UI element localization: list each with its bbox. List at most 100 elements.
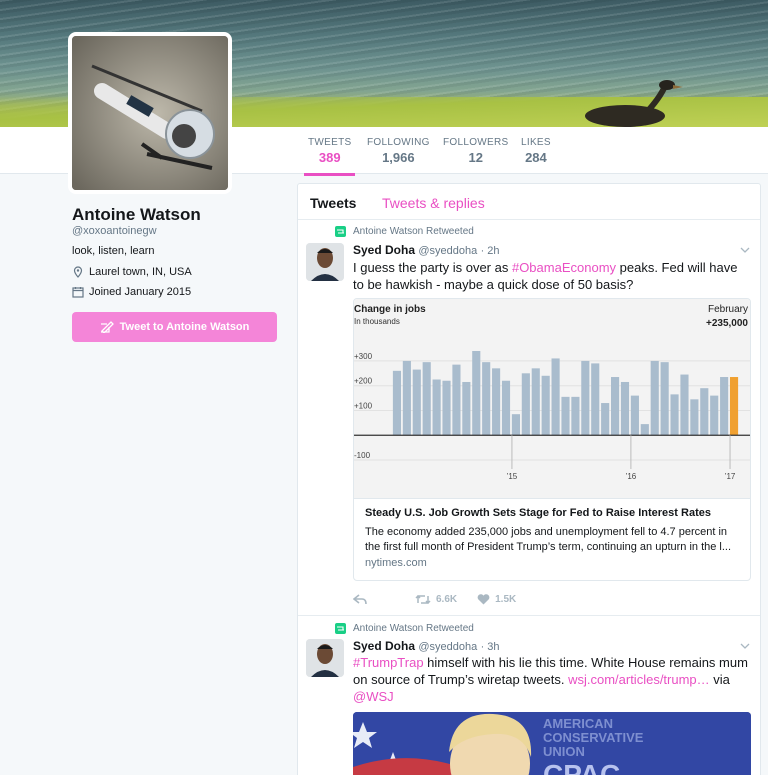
stat-following-label: FOLLOWING (367, 137, 430, 148)
tweet-author-name[interactable]: Syed Doha (353, 243, 415, 257)
chart-y-tick-label: +100 (354, 401, 373, 410)
stat-tweets-value: 389 (318, 150, 341, 165)
jobs-chart-svg: Change in jobs In thousands February +235,0… (354, 304, 750, 481)
tweet-author-avatar[interactable] (306, 243, 344, 281)
tweet-item[interactable]: Antoine Watson Retweeted Syed Doha @syed… (298, 221, 760, 616)
tweet-author-handle[interactable]: @syeddoha (418, 245, 477, 257)
chart-bar (660, 362, 669, 436)
photo-text-1: AMERICAN (543, 716, 613, 731)
timeline: Tweets Tweets & replies Antoine Watson R… (297, 183, 761, 775)
chart-bar (561, 396, 570, 436)
chart-bar (640, 424, 649, 436)
chart-x-tick-label: ’17 (725, 472, 736, 481)
article-link[interactable]: wsj.com/articles/trump… (568, 672, 710, 687)
retweet-context-text[interactable]: Antoine Watson Retweeted (353, 226, 474, 237)
chart-annotation-label: February (708, 304, 748, 315)
stat-tweets-label: TWEETS (308, 137, 352, 148)
chart-bar (531, 368, 540, 436)
chart-y-tick-label: +300 (354, 352, 373, 361)
chart-bar (402, 360, 411, 436)
tweet-header: Syed Doha @syeddoha · 2h (353, 243, 500, 257)
chart-bar (690, 399, 699, 436)
hashtag-link[interactable]: #ObamaEconomy (512, 260, 616, 275)
link-card[interactable]: Change in jobs In thousands February +235,0… (353, 298, 751, 581)
tab-tweets[interactable]: Tweets (310, 195, 356, 211)
calendar-icon (72, 287, 84, 298)
retweet-badge-icon (335, 226, 346, 237)
tweet-photo[interactable]: AMERICAN CONSERVATIVE UNION CPAC (353, 712, 751, 775)
tweet-text: #TrumpTrap himself with his lie this tim… (353, 654, 748, 705)
card-source: nytimes.com (365, 557, 427, 569)
retweet-badge-icon (335, 623, 346, 634)
stat-likes[interactable]: LIKES 284 (521, 137, 551, 165)
chart-bar (710, 395, 719, 436)
cpac-photo-image: AMERICAN CONSERVATIVE UNION CPAC (353, 712, 751, 775)
chart-bar (541, 375, 550, 436)
jobs-chart: Change in jobs In thousands February +235,0… (354, 299, 750, 499)
chart-bar (700, 388, 709, 436)
chart-bar (551, 358, 560, 436)
chart-bar (472, 351, 481, 436)
like-count: 1.5K (495, 594, 517, 605)
hashtag-link[interactable]: #TrumpTrap (353, 655, 424, 670)
tweet-author-handle[interactable]: @syeddoha (418, 641, 477, 653)
mention-link[interactable]: @WSJ (353, 689, 394, 704)
reply-button[interactable] (353, 594, 367, 605)
chart-bar (670, 394, 679, 436)
goose-image (585, 80, 683, 127)
stat-following[interactable]: FOLLOWING 1,966 (367, 137, 430, 165)
like-button[interactable]: 1.5K (477, 594, 516, 605)
chart-subtitle: In thousands (354, 317, 400, 326)
chart-bar (650, 360, 659, 436)
tab-tweets-replies[interactable]: Tweets & replies (382, 195, 485, 211)
tweet-author-avatar[interactable] (306, 639, 344, 677)
retweet-context-text[interactable]: Antoine Watson Retweeted (353, 623, 474, 634)
stat-tweets[interactable]: TWEETS 389 (303, 137, 356, 176)
reply-icon (353, 594, 367, 605)
profile-bio: look, listen, learn (72, 245, 155, 257)
card-title: Steady U.S. Job Growth Sets Stage for Fe… (365, 507, 711, 519)
tweet-actions: 6.6K 1.5K (353, 594, 516, 605)
stat-likes-label: LIKES (521, 137, 551, 148)
tweet-to-button[interactable]: Tweet to Antoine Watson (72, 312, 277, 342)
tweet-text-part: I guess the party is over as (353, 260, 512, 275)
chart-title: Change in jobs (354, 304, 426, 315)
profile-handle[interactable]: @xoxoantoinegw (72, 225, 157, 237)
tweet-author-name[interactable]: Syed Doha (353, 639, 415, 653)
profile-avatar[interactable] (68, 32, 232, 194)
tweet-time[interactable]: · 3h (481, 641, 500, 653)
chart-bar (571, 396, 580, 436)
chart-bar (432, 379, 441, 436)
tweet-text-part: via (709, 672, 730, 687)
retweet-button[interactable]: 6.6K (415, 594, 457, 605)
chart-bar (462, 381, 471, 436)
retweet-context: Antoine Watson Retweeted (335, 623, 474, 634)
chart-bar (422, 362, 431, 436)
chevron-down-icon[interactable] (740, 245, 750, 255)
chart-bar (729, 377, 739, 436)
stat-likes-value: 284 (525, 150, 547, 165)
chart-bar (452, 364, 461, 436)
chart-bar (442, 380, 451, 436)
chart-bar (521, 373, 530, 436)
chart-bar (492, 368, 501, 436)
location-pin-icon (73, 266, 83, 278)
profile-joined-text: Joined January 2015 (89, 286, 192, 298)
card-description: The economy added 235,000 jobs and unemp… (365, 526, 732, 553)
stat-followers[interactable]: FOLLOWERS 12 (443, 137, 509, 165)
chart-bar (611, 377, 620, 436)
chart-bar (720, 377, 729, 436)
chart-bar (501, 380, 511, 436)
chart-bar (591, 363, 600, 436)
compose-icon (100, 321, 114, 333)
chart-bar (482, 362, 491, 436)
tweet-time[interactable]: · 2h (481, 245, 500, 257)
timeline-tabs: Tweets Tweets & replies (298, 184, 760, 220)
stat-followers-value: 12 (468, 150, 483, 165)
chart-bar (601, 403, 610, 436)
tweet-to-label: Tweet to Antoine Watson (119, 321, 250, 333)
chevron-down-icon[interactable] (740, 641, 750, 651)
tweet-item[interactable]: Antoine Watson Retweeted Syed Doha @syed… (298, 617, 760, 775)
retweet-context: Antoine Watson Retweeted (335, 226, 474, 237)
chart-bar (581, 360, 590, 436)
